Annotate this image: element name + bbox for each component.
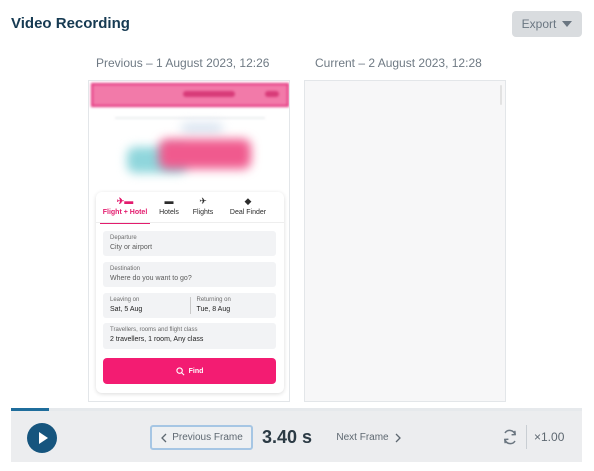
loop-button[interactable] [499,426,521,448]
chevron-right-icon [395,433,401,442]
play-icon [39,432,48,444]
tab-label: Flights [192,209,214,216]
find-label: Find [188,367,204,375]
field-value: Tue, 8 Aug [196,306,231,313]
caret-down-icon [562,21,573,27]
bed-icon: ▬ [164,196,174,206]
search-icon [175,366,185,375]
mobile-header-blurred [91,83,289,107]
next-frame-button[interactable]: Next Frame [332,425,406,450]
current-frame [304,80,506,402]
header-icon-blurred [265,91,279,97]
tabs-divider [96,222,284,223]
field-value: 2 travellers, 1 room, Any class [110,336,204,343]
loop-icon [503,429,517,445]
chevron-left-icon [161,433,167,442]
playback-speed[interactable]: ×1.00 [534,430,564,444]
field-label: Travellers, rooms and flight class [110,327,198,333]
destination-field[interactable]: Destination Where do you want to go? [103,262,276,287]
field-value: Where do you want to go? [110,275,192,282]
tab-label: Hotels [159,209,179,216]
previous-frame-label: Previous – 1 August 2023, 12:26 [96,56,270,70]
travellers-field[interactable]: Travellers, rooms and flight class 2 tra… [103,323,276,349]
previous-frame-label: Previous Frame [172,432,243,443]
search-tabs: ✈︎▬ Flight + Hotel ▬ Hotels ✈︎ Flights ◆… [96,196,284,224]
current-frame-label: Current – 2 August 2023, 12:28 [315,56,482,70]
find-button[interactable]: Find [103,358,276,384]
tab-deal-finder[interactable]: ◆ Deal Finder [222,196,274,222]
playback-controls: Previous Frame 3.40 s Next Frame ×1.00 [11,411,582,462]
field-value: Sat, 5 Aug [110,306,143,313]
field-label: Departure [110,235,137,241]
export-label: Export [521,17,557,31]
tab-label: Flight + Hotel [102,209,148,216]
departure-field[interactable]: Departure City or airport [103,231,276,256]
frame-scrollbar[interactable] [500,85,502,105]
previous-frame: ✈︎▬ Flight + Hotel ▬ Hotels ✈︎ Flights ◆… [88,80,290,402]
page-title: Video Recording [11,15,130,32]
time-readout: 3.40 s [262,427,313,447]
search-card: ✈︎▬ Flight + Hotel ▬ Hotels ✈︎ Flights ◆… [96,192,284,393]
tag-icon: ◆ [244,196,252,206]
export-button[interactable]: Export [512,11,582,37]
divider-blurred [115,117,265,119]
plane-icon: ✈︎ [199,196,207,206]
leaving-field[interactable]: Leaving on Sat, 5 Aug [103,293,190,318]
field-label: Returning on [196,297,231,303]
field-value: City or airport [110,244,153,251]
tab-label: Deal Finder [229,209,267,216]
dates-field: Leaving on Sat, 5 Aug Returning on Tue, … [103,293,276,318]
field-label: Destination [110,266,141,272]
tab-flight-hotel[interactable]: ✈︎▬ Flight + Hotel [96,196,154,224]
previous-frame-button[interactable]: Previous Frame [150,425,253,450]
plane-bed-icon: ✈︎▬ [116,196,134,206]
play-button[interactable] [27,423,57,453]
next-frame-label: Next Frame [336,432,389,443]
header-bar-blurred [183,91,235,97]
field-label: Leaving on [110,297,140,303]
controls-divider [526,425,527,449]
tab-flights[interactable]: ✈︎ Flights [184,196,222,222]
returning-field[interactable]: Returning on Tue, 8 Aug [189,293,277,318]
tab-hotels[interactable]: ▬ Hotels [154,196,184,222]
